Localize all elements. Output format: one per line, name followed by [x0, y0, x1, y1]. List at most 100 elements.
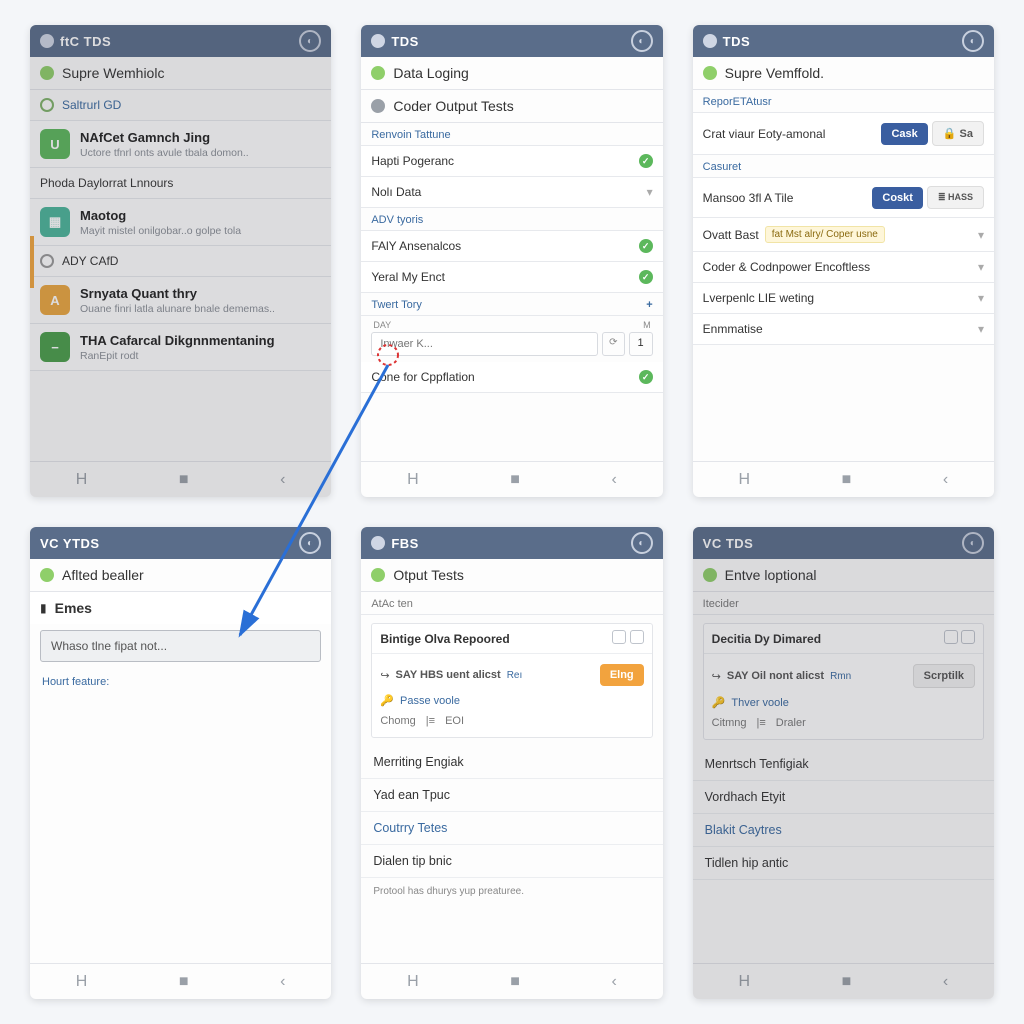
- section-header: Saltrurl GD: [30, 90, 331, 121]
- page-heading: Entve loptional: [693, 559, 994, 592]
- label-text: EOI: [445, 715, 464, 727]
- nav-apps-icon[interactable]: ■: [842, 973, 852, 991]
- checkbox[interactable]: [961, 630, 975, 644]
- titlebar: VC TDS ◐: [693, 527, 994, 559]
- cask-button[interactable]: Cask: [881, 123, 927, 145]
- list-item[interactable]: FAlY Ansenalcos ✓: [361, 231, 662, 262]
- item-title: Vordhach Etyit: [705, 790, 786, 804]
- coskt-button[interactable]: Coskt: [872, 187, 923, 209]
- item-title: Hapti Pogeranc: [371, 154, 638, 168]
- label-text: Chomg: [380, 715, 415, 727]
- refresh-icon[interactable]: ◐: [631, 532, 653, 554]
- bullet-icon: [40, 254, 54, 268]
- item-title: ADY CAfD: [62, 254, 118, 268]
- feature-label: Hourt feature:: [30, 668, 331, 696]
- nav-apps-icon[interactable]: ■: [510, 471, 520, 489]
- search-input[interactable]: Whaso tlne fipat not...: [40, 630, 321, 662]
- plus-icon[interactable]: +: [646, 299, 652, 311]
- elng-button[interactable]: Elng: [600, 664, 644, 686]
- list-item[interactable]: Merriting Engiak: [361, 746, 662, 779]
- bottom-nav: H ■ ‹: [30, 461, 331, 497]
- item-icon: U: [40, 129, 70, 159]
- section-label: Emes: [55, 600, 92, 616]
- item-title: Yad ean Tpuc: [373, 788, 450, 802]
- refresh-icon[interactable]: ◐: [962, 532, 984, 554]
- nav-back-icon[interactable]: ‹: [612, 471, 617, 489]
- list-item[interactable]: ADY CAfD: [30, 246, 331, 277]
- refresh-icon[interactable]: ◐: [299, 532, 321, 554]
- chevron-down-icon: ▾: [978, 291, 984, 305]
- bottom-nav: H ■ ‹: [30, 963, 331, 999]
- nav-apps-icon[interactable]: ■: [179, 471, 189, 489]
- item-icon: −: [40, 332, 70, 362]
- status-dot-icon: [371, 99, 385, 113]
- nav-back-icon[interactable]: ‹: [280, 973, 285, 991]
- list-item[interactable]: Coutrry Tetes: [361, 812, 662, 845]
- passe-link[interactable]: Passe voole: [400, 695, 460, 707]
- nav-apps-icon[interactable]: ■: [179, 973, 189, 991]
- refresh-icon[interactable]: ◐: [299, 30, 321, 52]
- list-item[interactable]: Hapti Pogeranc ✓: [361, 146, 662, 177]
- count-value[interactable]: 1: [629, 332, 653, 356]
- hass-button[interactable]: ≣ HASS: [927, 186, 984, 209]
- list-item[interactable]: − THA Cafarcal Dikgnnmentaning RanEpit r…: [30, 324, 331, 371]
- checkbox[interactable]: [630, 630, 644, 644]
- item-title: Dialen tip bnic: [373, 854, 452, 868]
- heading-text: Supre Wemhiolc: [62, 65, 164, 81]
- list-item[interactable]: U NAfCet Gamnch Jing Uctore tfnrl onts a…: [30, 121, 331, 168]
- script-button[interactable]: Scrptilk: [913, 664, 975, 688]
- chevron-down-icon: ▾: [978, 228, 984, 242]
- list-item[interactable]: Yad ean Tpuc: [361, 779, 662, 812]
- item-title: Srnyata Quant thry: [80, 286, 321, 301]
- list-item[interactable]: Coder & Codnpower Encoftless ▾: [693, 252, 994, 283]
- nav-home[interactable]: H: [76, 973, 88, 991]
- list-item[interactable]: Yeral My Enct ✓: [361, 262, 662, 293]
- nav-apps-icon[interactable]: ■: [842, 471, 852, 489]
- status-dot-icon: [703, 66, 717, 80]
- list-item: Crat viaur Eoty-amonal Cask 🔒 Sa: [693, 113, 994, 155]
- list-item[interactable]: A Srnyata Quant thry Ouane finri latla a…: [30, 277, 331, 324]
- checkbox[interactable]: [944, 630, 958, 644]
- list-item[interactable]: Vordhach Etyit: [693, 781, 994, 814]
- list-item[interactable]: Enmmatise ▾: [693, 314, 994, 345]
- nav-home[interactable]: H: [407, 471, 419, 489]
- day-input[interactable]: [371, 332, 598, 356]
- list-item[interactable]: Phoda Daylorrat Lnnours: [30, 168, 331, 199]
- sa-button[interactable]: 🔒 Sa: [932, 121, 984, 146]
- list-item[interactable]: Nolı Data ▾: [361, 177, 662, 208]
- nav-back-icon[interactable]: ‹: [612, 973, 617, 991]
- list-item[interactable]: Menrtsch Tenfigiak: [693, 748, 994, 781]
- nav-back-icon[interactable]: ‹: [943, 471, 948, 489]
- list-item[interactable]: Dialen tip bnic: [361, 845, 662, 878]
- card-title: Decitia Dy Dimared: [712, 632, 821, 646]
- list-item[interactable]: Tidlen hip antic: [693, 847, 994, 880]
- list-item[interactable]: Blakit Caytres: [693, 814, 994, 847]
- item-title: Crat viaur Eoty-amonal: [703, 127, 882, 141]
- nav-home[interactable]: H: [738, 973, 750, 991]
- page-heading: Data Loging: [361, 57, 662, 90]
- list-item[interactable]: Lverpenlc LIE weting ▾: [693, 283, 994, 314]
- thver-link[interactable]: Thver voole: [731, 697, 788, 709]
- checkbox[interactable]: [612, 630, 626, 644]
- refresh-icon[interactable]: ⟳: [602, 332, 624, 356]
- nav-back-icon[interactable]: ‹: [280, 471, 285, 489]
- item-title: Tidlen hip antic: [705, 856, 789, 870]
- bottom-nav: H ■ ‹: [361, 963, 662, 999]
- item-subtitle: RanEpit rodt: [80, 350, 321, 362]
- list-item[interactable]: Ovatt Bast fat Mst alry/ Coper usne ▾: [693, 218, 994, 252]
- refresh-icon[interactable]: ◐: [962, 30, 984, 52]
- item-title: Menrtsch Tenfigiak: [705, 757, 809, 771]
- list-item[interactable]: Cone for Cppflation ✓: [361, 362, 662, 393]
- nav-apps-icon[interactable]: ■: [510, 973, 520, 991]
- bottom-nav: H ■ ‹: [693, 963, 994, 999]
- say-line: SAY Oil nont alicst: [727, 670, 824, 682]
- nav-home[interactable]: H: [738, 471, 750, 489]
- nav-home[interactable]: H: [76, 471, 88, 489]
- nav-home[interactable]: H: [407, 973, 419, 991]
- heading-text: Supre Vemffold.: [725, 65, 824, 81]
- nav-back-icon[interactable]: ‹: [943, 973, 948, 991]
- report-card: Bintige Olva Repoored ↪ SAY HBS uent ali…: [371, 623, 652, 738]
- refresh-icon[interactable]: ◐: [631, 30, 653, 52]
- status-dot-icon: [371, 568, 385, 582]
- list-item[interactable]: ▦ Maotog Mayit mistel onilgobar..o golpe…: [30, 199, 331, 246]
